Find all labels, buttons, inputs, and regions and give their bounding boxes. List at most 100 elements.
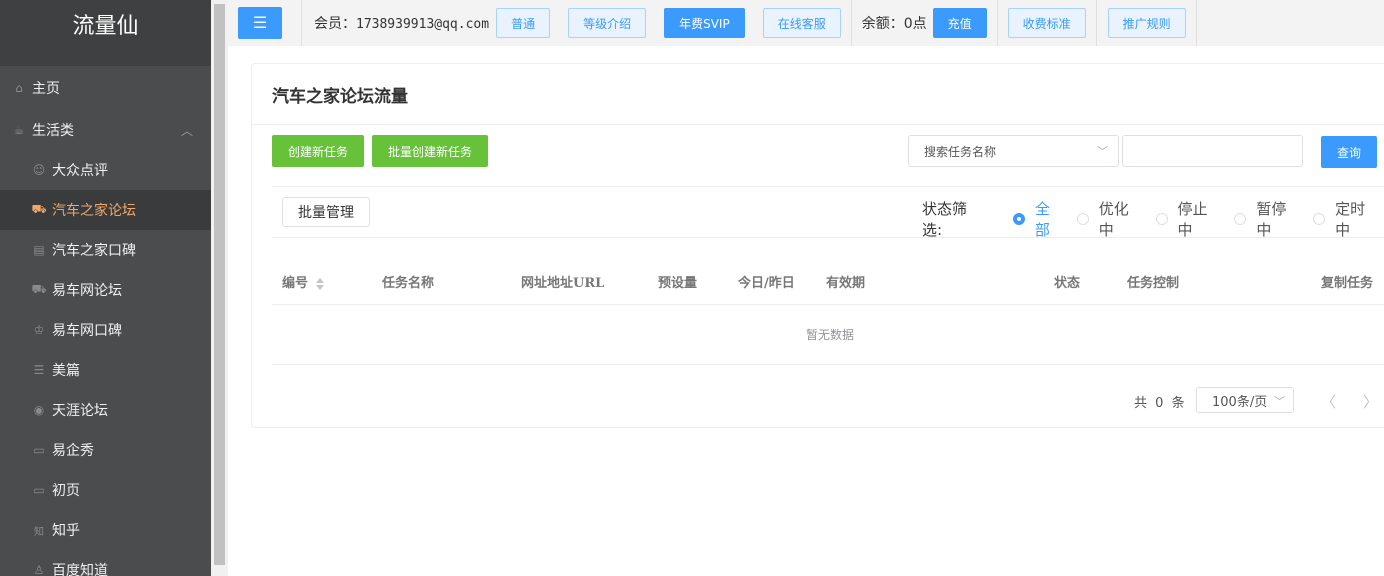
balance-info: 余额：0点 (862, 13, 927, 33)
sidebar-item-label: 汽车之家论坛 (52, 203, 136, 219)
sidebar-item-meipian[interactable]: ☰ 美篇 (0, 350, 211, 390)
page-size-select[interactable]: 100条/页 ﹀ (1196, 387, 1294, 413)
fee-standard-button[interactable]: 收费标准 (1007, 8, 1086, 38)
column-header-task-name: 任务名称 (382, 276, 435, 291)
zhihu-icon: 知 (34, 526, 44, 538)
person-icon: ♙ (33, 563, 45, 576)
promotion-rules-button[interactable]: 推广规则 (1107, 8, 1186, 38)
divider (850, 0, 852, 46)
prev-page-icon[interactable]: 〈 (1321, 391, 1336, 412)
status-filter: 状态筛选: 全部 优化中 停止中 暂停中 定时中 (922, 198, 1384, 240)
divider (1095, 0, 1097, 46)
column-header-label: 编号 (282, 276, 309, 291)
sidebar-item-baidu-zhidao[interactable]: ♙ 百度知道 (0, 550, 211, 576)
divider (1195, 0, 1197, 46)
sidebar-item-label: 易车网论坛 (52, 283, 122, 299)
sidebar-item-label: 初页 (52, 483, 80, 499)
member-label: 会员： (314, 16, 356, 32)
page-size-value: 100条/页 (1212, 394, 1268, 410)
member-info: 会员：1738939913@qq.com (314, 13, 489, 33)
column-header-id[interactable]: 编号 (282, 272, 325, 291)
status-radio-all[interactable]: 全部 (1012, 198, 1065, 240)
level-intro-button[interactable]: 等级介绍 (568, 8, 647, 38)
radio-label: 优化中 (1098, 200, 1129, 239)
sidebar-item-chuye[interactable]: ▭ 初页 (0, 470, 211, 510)
query-button[interactable]: 查询 (1321, 136, 1377, 168)
sidebar: 流量仙 ⌂ 主页 ☕ 生活类 ︿ ☺ 大众点评 ⛟ 汽车之家论坛 ▤ 汽车之家口… (0, 0, 211, 576)
sidebar-item-label: 大众点评 (52, 163, 108, 179)
sidebar-item-zhihu[interactable]: 知 知乎 (0, 510, 211, 550)
sidebar-scrollbar-thumb[interactable] (214, 4, 225, 565)
car-icon: ⛟ (31, 282, 47, 296)
person-icon: ☺ (32, 163, 46, 177)
batch-manage-button[interactable]: 批量管理 (282, 197, 370, 227)
svip-button[interactable]: 年费SVIP (664, 8, 745, 38)
radio-checked-icon (1012, 213, 1025, 225)
chevron-down-icon: ﹀ (1274, 395, 1285, 408)
chevron-up-icon: ︿ (180, 124, 193, 138)
column-header-today-yesterday: 今日/昨日 (738, 276, 795, 291)
pagination-total: 共 0 条 (1134, 392, 1185, 411)
cup-icon: ☕ (13, 123, 25, 137)
member-email: 1738939913@qq.com (356, 17, 490, 32)
empty-table-message: 暂无数据 (805, 328, 854, 342)
sidebar-item-life[interactable]: ☕ 生活类 ︿ (0, 110, 211, 150)
status-radio-scheduled[interactable]: 定时中 (1313, 198, 1380, 240)
sidebar-item-label: 易企秀 (52, 443, 94, 459)
sidebar-item-home[interactable]: ⌂ 主页 (0, 68, 211, 108)
divider (996, 0, 998, 46)
sidebar-item-label: 知乎 (52, 523, 80, 539)
radio-label: 暂停中 (1256, 200, 1287, 239)
status-filter-label: 状态筛选: (922, 200, 968, 239)
car-icon: ⛟ (31, 202, 47, 216)
home-icon: ⌂ (15, 81, 23, 95)
online-service-button[interactable]: 在线客服 (762, 8, 841, 38)
crown-icon: ♔ (33, 323, 45, 337)
search-task-select[interactable]: 搜索任务名称 ﹀ (908, 135, 1119, 167)
column-header-status: 状态 (1054, 276, 1081, 291)
total-count: 0 (1155, 396, 1164, 411)
sidebar-item-yiche-forum[interactable]: ⛟ 易车网论坛 (0, 270, 211, 310)
sidebar-item-label: 天涯论坛 (52, 403, 108, 419)
next-page-icon[interactable]: 〉 (1363, 391, 1378, 412)
column-header-url: 网址地址URL (521, 276, 605, 291)
recharge-button[interactable]: 充值 (932, 8, 987, 38)
brand-logo: 流量仙 (0, 0, 211, 66)
sidebar-item-label: 汽车之家口碑 (52, 243, 136, 259)
glasses-icon: ▭ (33, 443, 45, 457)
sidebar-item-tianya[interactable]: ◉ 天涯论坛 (0, 390, 211, 430)
sidebar-item-dianping[interactable]: ☺ 大众点评 (0, 150, 211, 190)
sidebar-item-yiche-review[interactable]: ♔ 易车网口碑 (0, 310, 211, 350)
column-header-validity: 有效期 (826, 276, 866, 291)
total-prefix: 共 (1134, 396, 1148, 411)
column-header-task-control: 任务控制 (1127, 276, 1180, 291)
radio-unchecked-icon (1076, 213, 1089, 225)
radio-unchecked-icon (1234, 213, 1247, 225)
create-task-button[interactable]: 创建新任务 (272, 135, 364, 167)
column-header-copy-task: 复制任务 (1321, 276, 1374, 291)
search-input[interactable] (1122, 135, 1303, 167)
status-radio-paused[interactable]: 暂停中 (1234, 198, 1301, 240)
divider (272, 237, 1384, 238)
menu-toggle-button[interactable]: ☰ (238, 7, 282, 39)
sidebar-item-label: 主页 (32, 81, 60, 97)
divider (301, 0, 302, 46)
balance-value: 0点 (903, 16, 927, 32)
balance-label: 余额： (861, 16, 904, 32)
glasses-icon: ▭ (33, 483, 45, 497)
sidebar-item-label: 美篇 (52, 363, 80, 379)
radio-unchecked-icon (1155, 213, 1168, 225)
sort-icon[interactable] (316, 277, 325, 291)
sidebar-item-yiqixiu[interactable]: ▭ 易企秀 (0, 430, 211, 470)
status-radio-stopped[interactable]: 停止中 (1155, 198, 1223, 240)
normal-button[interactable]: 普通 (496, 8, 551, 38)
column-header-preset: 预设量 (658, 276, 698, 291)
sidebar-item-autohome-forum[interactable]: ⛟ 汽车之家论坛 (0, 190, 211, 230)
globe-icon: ◉ (33, 403, 45, 417)
divider (252, 124, 1384, 125)
total-suffix: 条 (1171, 396, 1185, 411)
radio-label: 全部 (1034, 200, 1050, 239)
batch-create-task-button[interactable]: 批量创建新任务 (372, 135, 488, 167)
sidebar-item-autohome-review[interactable]: ▤ 汽车之家口碑 (0, 230, 211, 270)
status-radio-optimizing[interactable]: 优化中 (1076, 198, 1144, 240)
